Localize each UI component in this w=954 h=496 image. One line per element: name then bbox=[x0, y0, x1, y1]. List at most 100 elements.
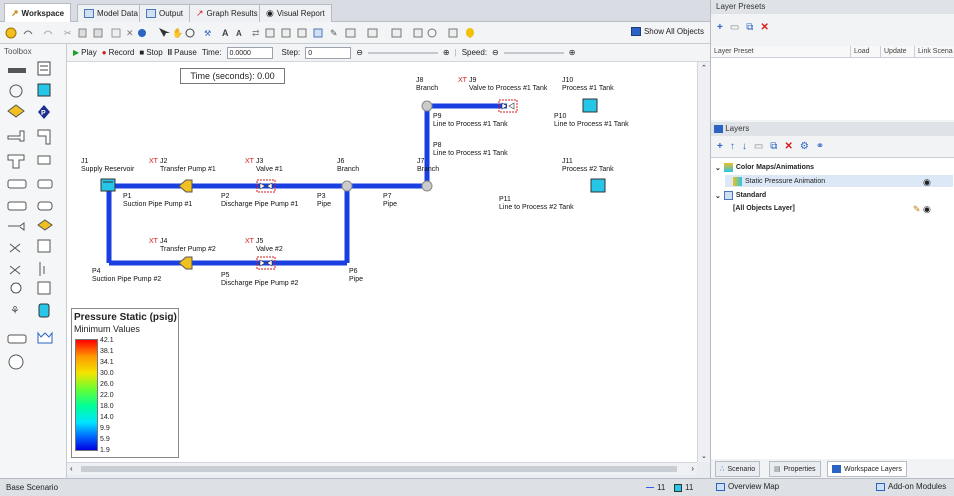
model-data-icon bbox=[84, 9, 94, 18]
graph-icon: ↗ bbox=[196, 8, 204, 18]
horizontal-scrollbar[interactable]: ‹ › bbox=[67, 462, 697, 475]
pipe-p10-label: P10 Line to Process #1 Tank bbox=[554, 113, 629, 128]
col-load[interactable]: Load bbox=[851, 46, 881, 57]
record-button[interactable]: ● Record bbox=[102, 48, 135, 57]
redo-icon bbox=[43, 30, 53, 35]
align-icon: ⇄ bbox=[252, 28, 260, 38]
pump-j4 bbox=[178, 256, 193, 270]
layers-icon bbox=[714, 124, 723, 133]
copy-layer-icon[interactable]: ⧉ bbox=[770, 141, 777, 152]
show-all-objects-button[interactable]: Show All Objects bbox=[630, 27, 704, 36]
pump-tool-icon bbox=[7, 104, 25, 118]
edit-pencil-icon[interactable]: ✎ bbox=[913, 204, 921, 215]
toolbox-icons[interactable]: P ⚘ bbox=[0, 44, 67, 478]
copy-icon[interactable]: ⧉ bbox=[746, 22, 753, 33]
step-slider-plus-icon[interactable]: ⊕ bbox=[443, 48, 450, 57]
link-icon[interactable]: ⚭ bbox=[816, 141, 824, 152]
toolbar-icons[interactable]: ✂ ✕ ✋ ⚒ A A ⇄ ✎ bbox=[4, 26, 524, 40]
font-size-down-icon: A bbox=[236, 29, 242, 38]
delete-layer-icon[interactable]: ✕ bbox=[784, 141, 792, 152]
layers-icon bbox=[630, 27, 641, 36]
scroll-down-icon[interactable]: ⌄ bbox=[701, 452, 707, 460]
step-input[interactable]: 0 bbox=[305, 46, 352, 59]
scroll-right-icon[interactable]: › bbox=[691, 464, 694, 473]
move-down-icon[interactable]: ↓ bbox=[742, 141, 747, 152]
screen-icon bbox=[8, 222, 25, 231]
speed-label: Speed: bbox=[461, 48, 488, 57]
step-slider[interactable] bbox=[367, 48, 438, 58]
horizontal-scroll-thumb[interactable] bbox=[81, 466, 677, 472]
tab-graph-results[interactable]: ↗ Graph Results bbox=[189, 4, 265, 22]
right-panel: Layer Presets + ▭ ⧉ ✕ Layer Preset Load … bbox=[710, 0, 954, 478]
flow-meter-icon bbox=[37, 179, 53, 189]
layer-settings-icon[interactable]: ⚙ bbox=[800, 141, 809, 152]
delete-icon[interactable]: ✕ bbox=[760, 22, 768, 33]
speed-plus-icon[interactable]: ⊕ bbox=[569, 48, 576, 57]
pipe-p6-label: P6 Pipe bbox=[349, 268, 364, 283]
bend-tool-icon bbox=[37, 129, 51, 145]
tab-bar: ↗ Workspace Model Data Output ↗ Graph Re… bbox=[0, 0, 710, 23]
speed-slider[interactable] bbox=[503, 48, 564, 58]
col-link-scenario[interactable]: Link Scena bbox=[915, 46, 954, 57]
tree-group-standard[interactable]: ⌄ Standard bbox=[715, 191, 766, 200]
scroll-left-icon[interactable]: ‹ bbox=[70, 464, 73, 473]
presets-grid-header: Layer Preset Load Update Link Scena bbox=[711, 46, 954, 58]
workspace-canvas[interactable]: Time (seconds): 0.00 J1 Supply Reservoir… bbox=[67, 62, 697, 462]
bottom-tab-scenario[interactable]: ∴ Scenario bbox=[715, 461, 761, 477]
bottom-tab-workspace-layers[interactable]: Workspace Layers bbox=[827, 461, 907, 477]
branch-j8 bbox=[421, 100, 433, 112]
col-layer-preset[interactable]: Layer Preset bbox=[711, 46, 851, 57]
scenario-icon: ∴ bbox=[720, 466, 725, 473]
move-up-icon[interactable]: ↑ bbox=[730, 141, 735, 152]
visibility-eye-icon[interactable]: ◉ bbox=[923, 177, 931, 188]
node-j3-label: J3 Valve #1 bbox=[256, 158, 283, 173]
layers-tree[interactable]: ⌄ Color Maps/Animations Static Pressure … bbox=[711, 157, 954, 459]
legend-color-bar bbox=[75, 339, 98, 451]
addon-modules-button[interactable]: Add-on Modules bbox=[876, 482, 946, 491]
gauge-icon bbox=[39, 262, 45, 276]
chevron-down-icon[interactable]: ⌄ bbox=[715, 164, 721, 172]
pipe-p11-label: P11 Line to Process #2 Tank bbox=[499, 196, 574, 211]
tree-group-color-maps[interactable]: ⌄ Color Maps/Animations bbox=[715, 163, 814, 172]
legend-value: 1.9 bbox=[100, 447, 110, 454]
time-input[interactable]: 0.0000 bbox=[226, 46, 273, 59]
properties-icon: ▤ bbox=[774, 466, 781, 473]
pressure-legend[interactable]: Pressure Static (psig) Minimum Values 42… bbox=[71, 308, 179, 458]
cylinder-tank-icon bbox=[38, 303, 50, 318]
tab-workspace[interactable]: ↗ Workspace bbox=[4, 3, 72, 23]
speed-minus-icon[interactable]: ⊖ bbox=[492, 48, 499, 57]
tree-item-static-pressure[interactable]: Static Pressure Animation bbox=[733, 177, 825, 186]
visibility-eye-icon[interactable]: ◉ bbox=[923, 204, 931, 215]
animation-icon bbox=[733, 177, 742, 186]
col-update[interactable]: Update bbox=[881, 46, 915, 57]
play-button[interactable]: ▶ Play bbox=[73, 48, 97, 57]
add-layer-icon[interactable]: + bbox=[717, 141, 723, 152]
find-icon: ⚒ bbox=[204, 29, 211, 38]
node-j8-label: J8 Branch bbox=[416, 77, 439, 92]
pipe-p5-label: P5 Discharge Pipe Pump #2 bbox=[221, 272, 299, 287]
xt-marker-j4: XT bbox=[149, 238, 158, 245]
pause-button[interactable]: II Pause bbox=[168, 48, 197, 57]
presets-grid[interactable] bbox=[711, 58, 954, 120]
junction-tool-icon bbox=[9, 84, 23, 98]
step-slider-minus-icon[interactable]: ⊖ bbox=[356, 48, 363, 57]
vertical-scrollbar[interactable]: ⌃ ⌄ bbox=[697, 62, 710, 462]
rename-icon[interactable]: ▭ bbox=[730, 22, 739, 33]
stop-button[interactable]: ■ Stop bbox=[139, 48, 162, 57]
tab-output[interactable]: Output bbox=[139, 4, 191, 22]
tree-item-all-objects[interactable]: [All Objects Layer] bbox=[733, 205, 795, 212]
scroll-up-icon[interactable]: ⌃ bbox=[701, 64, 707, 72]
tab-model-data[interactable]: Model Data bbox=[77, 4, 145, 22]
chevron-down-icon[interactable]: ⌄ bbox=[715, 192, 721, 200]
play-icon: ▶ bbox=[73, 48, 80, 57]
bottom-tab-properties[interactable]: ▤ Properties bbox=[769, 461, 821, 477]
layout-icon bbox=[313, 28, 323, 38]
tab-visual-report[interactable]: ◉ Visual Report bbox=[259, 4, 332, 22]
overview-map-button[interactable]: Overview Map bbox=[716, 482, 779, 491]
add-icon[interactable]: + bbox=[717, 22, 723, 33]
rename-layer-icon[interactable]: ▭ bbox=[754, 141, 763, 152]
control-valve-icon bbox=[9, 265, 21, 275]
dead-end-icon bbox=[10, 282, 22, 294]
separator: | bbox=[454, 48, 457, 57]
reservoir-tool-icon bbox=[37, 61, 51, 76]
